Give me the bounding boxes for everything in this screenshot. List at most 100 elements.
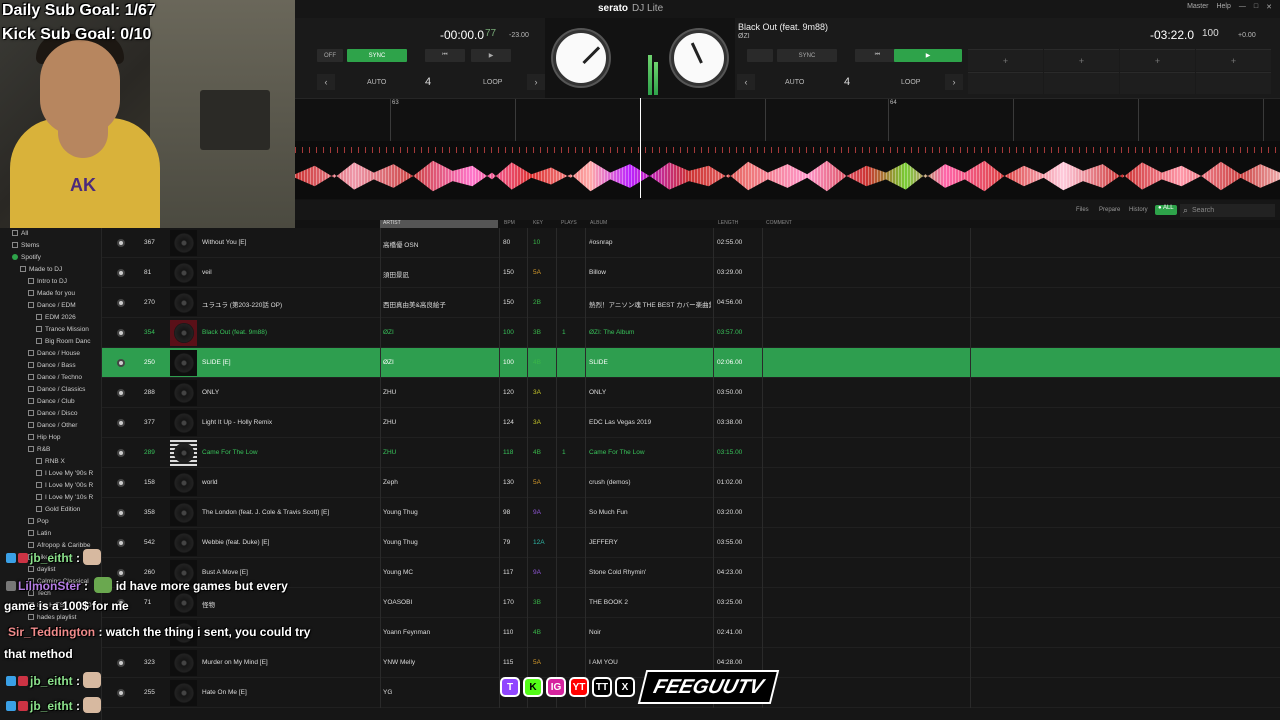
preview-icon[interactable]	[117, 509, 125, 517]
close-icon[interactable]: ✕	[1266, 3, 1272, 11]
cue-pad-2[interactable]: +	[1044, 49, 1119, 71]
sidebar-item[interactable]: hades playlist	[28, 614, 76, 621]
preview-icon[interactable]	[117, 389, 125, 397]
cue-pad-1[interactable]: +	[968, 49, 1043, 71]
column-album[interactable]: ALBUM	[590, 220, 607, 228]
deck-right-loop-prev[interactable]: ‹	[737, 74, 755, 90]
table-row[interactable]: 81 veil 須田景凪 150 5A Billow 03:29.00	[102, 258, 1280, 288]
cue-pad-4[interactable]: +	[1196, 49, 1271, 71]
track-album: Stone Cold Rhymin'	[589, 569, 647, 576]
sidebar-item[interactable]: RNB X	[36, 458, 65, 465]
deck-left-sync-button[interactable]: SYNC	[347, 49, 407, 62]
deck-right-play-button[interactable]: ▶	[894, 49, 962, 62]
table-row[interactable]: 289 Came For The Low ZHU 118 4B 1 Came For The…	[102, 438, 1280, 468]
cue-pad-3[interactable]: +	[1120, 49, 1195, 71]
history-button[interactable]: History	[1129, 207, 1148, 213]
deck-left-play-button[interactable]: ▶	[471, 49, 511, 62]
preview-icon[interactable]	[117, 299, 125, 307]
column-artist[interactable]: ARTIST	[380, 220, 498, 228]
sidebar-item[interactable]: Dance / House	[28, 350, 80, 357]
preview-icon[interactable]	[117, 689, 125, 697]
column-key[interactable]: KEY	[533, 220, 543, 228]
deck-left-loop-prev[interactable]: ‹	[317, 74, 335, 90]
preview-icon[interactable]	[117, 419, 125, 427]
sidebar-item[interactable]: Dance / Other	[28, 422, 77, 429]
table-row[interactable]: 358 The London (feat. J. Cole & Travis Sc…	[102, 498, 1280, 528]
sidebar-item[interactable]: I Love My '00s R	[36, 482, 93, 489]
deck-left-cue-button[interactable]: ⏮	[425, 49, 465, 62]
waveform-display[interactable]	[295, 141, 1280, 199]
deck-right-sync-button[interactable]: SYNC	[777, 49, 837, 62]
sidebar-item[interactable]: Pop	[28, 518, 49, 525]
sidebar-item[interactable]: Stems	[12, 242, 39, 249]
table-row[interactable]: 377 Light It Up - Holly Remix ZHU 124 3A EDC …	[102, 408, 1280, 438]
sidebar-item[interactable]: I Love My '10s R	[36, 494, 93, 501]
sidebar-item[interactable]: Dance / Bass	[28, 362, 76, 369]
table-row[interactable]: 158 world Zeph 130 5A crush (demos) 01:02.00	[102, 468, 1280, 498]
sidebar-item[interactable]: Dance / EDM	[28, 302, 76, 309]
sidebar-item[interactable]: R&B	[28, 446, 50, 453]
cue-pad-5[interactable]	[968, 72, 1043, 94]
column-plays[interactable]: PLAYS	[561, 220, 577, 228]
deck-left-off-button[interactable]: OFF	[317, 49, 343, 62]
maximize-icon[interactable]: □	[1254, 3, 1258, 11]
preview-icon[interactable]	[117, 359, 125, 367]
table-row[interactable]: 542 Webbie (feat. Duke) [E] Young Thug 79 12…	[102, 528, 1280, 558]
deck-left-jog-wheel[interactable]	[553, 30, 609, 86]
sidebar-item[interactable]: Made to DJ	[20, 266, 62, 273]
sidebar-item[interactable]: Afropop & Caribbe	[28, 542, 90, 549]
minimize-icon[interactable]: —	[1239, 3, 1246, 11]
preview-icon[interactable]	[117, 239, 125, 247]
preview-icon[interactable]	[117, 539, 125, 547]
search-input[interactable]: Search	[1180, 204, 1275, 217]
column-comment[interactable]: COMMENT	[766, 220, 792, 228]
column-bpm[interactable]: BPM	[504, 220, 515, 228]
deck-right-loop-next[interactable]: ›	[945, 74, 963, 90]
sidebar-item[interactable]: Spotify	[12, 254, 41, 261]
preview-icon[interactable]	[117, 449, 125, 457]
cue-pad-6[interactable]	[1044, 72, 1119, 94]
cue-pad-7[interactable]	[1120, 72, 1195, 94]
files-button[interactable]: Files	[1076, 207, 1089, 213]
sidebar-item[interactable]: Dance / Disco	[28, 410, 77, 417]
table-row[interactable]: 354 Black Out (feat. 9m88) ØZI 100 3B 1 ØZI: T…	[102, 318, 1280, 348]
column-length[interactable]: LENGTH	[718, 220, 738, 228]
table-row[interactable]: 288 ONLY ZHU 120 3A ONLY 03:50.00	[102, 378, 1280, 408]
deck-left-loop-label[interactable]: LOOP	[483, 79, 502, 86]
sidebar-item-label: Made for you	[37, 290, 75, 297]
sidebar-item[interactable]: Hip Hop	[28, 434, 60, 441]
sidebar-item[interactable]: daylist	[28, 566, 55, 573]
prepare-button[interactable]: Prepare	[1099, 207, 1120, 213]
table-row[interactable]: 270 ユラユラ (第203-220話 OP) 西田真由美&高良絵子 150 2B 熱烈！…	[102, 288, 1280, 318]
deck-right-loop-label[interactable]: LOOP	[901, 79, 920, 86]
track-title: world	[202, 479, 218, 486]
preview-icon[interactable]	[117, 569, 125, 577]
sidebar-item[interactable]: Intro to DJ	[28, 278, 67, 285]
preview-icon[interactable]	[117, 659, 125, 667]
cue-pad-8[interactable]	[1196, 72, 1271, 94]
table-row[interactable]: 367 Without You [E] 高橋優 OSN 80 10 #osnrap 02:5…	[102, 228, 1280, 258]
help-menu[interactable]: Help	[1216, 3, 1230, 11]
sidebar-item[interactable]: Big Room Danc	[36, 338, 91, 345]
sidebar-item[interactable]: All	[12, 230, 28, 237]
sidebar-item[interactable]: Gold Edition	[36, 506, 80, 513]
deck-left-loop-next[interactable]: ›	[527, 74, 545, 90]
sidebar-item[interactable]: EDM 2026	[36, 314, 76, 321]
sidebar-item[interactable]: Latin	[28, 530, 51, 537]
track-key: 3B	[533, 599, 541, 606]
preview-icon[interactable]	[117, 479, 125, 487]
spotify-filter-toggle[interactable]: ● ALL	[1155, 205, 1177, 215]
preview-icon[interactable]	[117, 329, 125, 337]
sidebar-item[interactable]: Made for you	[28, 290, 75, 297]
deck-right-jog-wheel[interactable]	[671, 30, 727, 86]
sidebar-item[interactable]: Dance / Techno	[28, 374, 82, 381]
beatgrid-overview[interactable]: 63 64	[295, 98, 1280, 142]
sidebar-item[interactable]: Trance Mission	[36, 326, 89, 333]
track-artist: YOASOBI	[383, 599, 413, 606]
sidebar-item[interactable]: Dance / Club	[28, 398, 75, 405]
deck-right-off-button[interactable]	[747, 49, 773, 62]
sidebar-item[interactable]: Dance / Classics	[28, 386, 85, 393]
sidebar-item[interactable]: I Love My '90s R	[36, 470, 93, 477]
preview-icon[interactable]	[117, 269, 125, 277]
table-row[interactable]: 250 SLIDE [E] ØZI 100 4B SLIDE 02:06.00	[102, 348, 1280, 378]
